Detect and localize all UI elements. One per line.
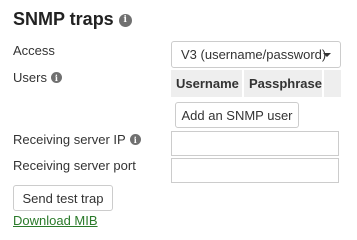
info-icon[interactable]: i [50,72,62,83]
access-select-value: V3 (username/password) [181,47,327,62]
users-label: Users i [13,70,62,85]
access-select[interactable]: V3 (username/password) [171,41,341,68]
receiving-server-port-label: Receiving server port [13,158,136,173]
users-label-text: Users [13,70,47,85]
receiving-server-port-input[interactable] [171,158,339,183]
add-snmp-user-button[interactable]: Add an SNMP user [175,102,299,128]
section-title: SNMP traps i [13,9,132,30]
access-label: Access [13,43,55,58]
column-header-passphrase: Passphrase [244,70,324,97]
receiving-server-ip-label-text: Receiving server IP [13,132,126,147]
download-mib-link[interactable]: Download MIB [13,213,98,228]
column-header-username: Username [171,70,244,97]
send-test-trap-button[interactable]: Send test trap [13,185,113,211]
access-label-text: Access [13,43,55,58]
users-table-header: Username Passphrase [171,70,341,97]
info-icon[interactable]: i [129,134,141,145]
info-icon[interactable]: i [118,14,132,27]
receiving-server-ip-label: Receiving server IP i [13,132,141,147]
receiving-server-port-label-text: Receiving server port [13,158,136,173]
receiving-server-ip-input[interactable] [171,131,339,156]
section-title-text: SNMP traps [13,9,114,29]
chevron-down-icon [323,53,331,57]
